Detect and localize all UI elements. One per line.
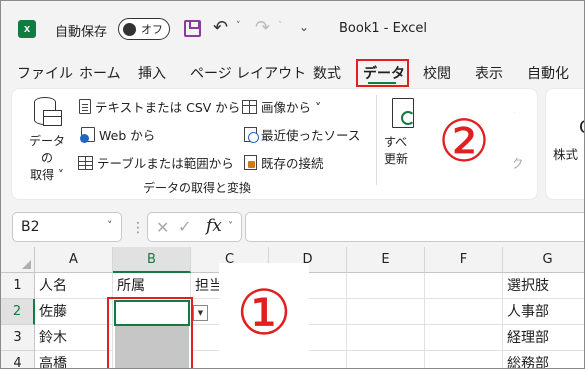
cell-g3[interactable]: 経理部: [503, 325, 584, 351]
from-text-csv-label: テキストまたは CSV から: [95, 100, 241, 115]
column-header-g[interactable]: G: [503, 247, 584, 273]
ribbon-partial-text-far: G: [579, 117, 584, 138]
image-table-icon: [242, 99, 257, 114]
refresh-all-label-2: 更新: [384, 152, 409, 166]
from-picture-button[interactable]: 画像から ˅: [242, 97, 321, 116]
ribbon-group-separator: [376, 95, 377, 185]
cell-f1[interactable]: [425, 273, 503, 299]
recent-sources-label: 最近使ったソース: [261, 128, 361, 143]
cell-f4[interactable]: [425, 351, 503, 368]
cell-g1[interactable]: 選択肢: [503, 273, 584, 299]
select-all-button[interactable]: [1, 247, 35, 273]
toggle-knob: [123, 22, 136, 36]
existing-connections-icon: [244, 155, 257, 170]
recent-sources-button[interactable]: 最近使ったソース: [244, 125, 360, 144]
get-data-label-1: データの: [28, 134, 65, 165]
toggle-state-text: オフ: [141, 23, 163, 36]
cancel-icon[interactable]: ✕: [156, 218, 169, 237]
tab-insert[interactable]: 挿入: [138, 63, 166, 83]
enter-icon[interactable]: ✓: [178, 217, 191, 236]
from-table-range-button[interactable]: テーブルまたは範囲から: [78, 153, 234, 172]
annotation-circle-2: ②: [414, 98, 514, 184]
column-header-b[interactable]: B: [113, 247, 191, 273]
tab-page-layout[interactable]: ページ レイアウト: [190, 63, 306, 83]
tab-home[interactable]: ホーム: [79, 63, 121, 83]
cell-g4[interactable]: 総務部: [503, 351, 584, 368]
cell-b1[interactable]: 所属: [113, 273, 191, 299]
recent-sources-icon: [244, 127, 259, 143]
cell-e4[interactable]: [347, 351, 425, 368]
tab-view[interactable]: 表示: [475, 63, 503, 83]
table-icon: [78, 155, 93, 170]
excel-window: x 自動保存 オフ ↶ ˅ ↷ ˅ ⌄ Book1 - Excel ファイル ホ…: [0, 0, 585, 369]
cell-e3[interactable]: [347, 325, 425, 351]
redo-icon[interactable]: ↷: [255, 17, 270, 38]
formula-bar-grip-icon: ⋮: [131, 220, 145, 236]
cell-a2[interactable]: 佐藤: [35, 299, 113, 325]
get-data-icon[interactable]: [34, 97, 62, 129]
web-icon: [80, 127, 95, 143]
cell-a3[interactable]: 鈴木: [35, 325, 113, 351]
undo-icon[interactable]: ↶: [213, 17, 228, 38]
cell-g2[interactable]: 人事部: [503, 299, 584, 325]
column-header-a[interactable]: A: [35, 247, 113, 273]
cell-e1[interactable]: [347, 273, 425, 299]
column-header-f[interactable]: F: [425, 247, 503, 273]
cell-a1[interactable]: 人名: [35, 273, 113, 299]
formula-bar: B2 ˅ ⋮ ✕ ✓ fx ˅: [1, 206, 584, 244]
save-icon[interactable]: [184, 20, 201, 37]
formula-input[interactable]: [245, 212, 584, 242]
ribbon-tabs: ファイル ホーム 挿入 ページ レイアウト 数式 データ 校閲 表示 自動化: [1, 59, 584, 87]
redo-dropdown-icon[interactable]: ˅: [278, 21, 283, 31]
range-highlight-annotation: [107, 297, 193, 368]
formula-buttons: ✕ ✓ fx ˅: [147, 212, 242, 242]
cell-f3[interactable]: [425, 325, 503, 351]
row-header-1[interactable]: 1: [1, 273, 35, 299]
from-web-label: Web から: [99, 128, 156, 143]
from-table-range-label: テーブルまたは範囲から: [97, 156, 234, 171]
ribbon-group-label: データの取得と変換: [143, 181, 252, 195]
insert-function-icon[interactable]: fx: [206, 216, 222, 236]
from-web-button[interactable]: Web から: [80, 125, 156, 144]
refresh-all-icon[interactable]: [392, 98, 415, 128]
undo-dropdown-icon[interactable]: ˅: [236, 21, 241, 31]
autosave-toggle[interactable]: オフ: [118, 18, 170, 40]
cell-e2[interactable]: [347, 299, 425, 325]
title-bar: x 自動保存 オフ ↶ ˅ ↷ ˅ ⌄ Book1 - Excel: [1, 1, 584, 57]
cell-f2[interactable]: [425, 299, 503, 325]
row-header-2[interactable]: 2: [1, 299, 35, 325]
row-header-3[interactable]: 3: [1, 325, 35, 351]
from-picture-label: 画像から ˅: [261, 100, 322, 115]
name-box[interactable]: B2 ˅: [12, 212, 122, 242]
get-data-label-2: 取得 ˅: [30, 168, 64, 182]
row-header-4[interactable]: 4: [1, 351, 35, 368]
text-file-icon: [79, 99, 91, 114]
cell-a4[interactable]: 高橋: [35, 351, 113, 368]
stocks-button[interactable]: 株式: [553, 144, 578, 163]
existing-connections-button[interactable]: 既存の接続: [244, 153, 324, 172]
from-text-csv-button[interactable]: テキストまたは CSV から: [79, 97, 240, 116]
document-title: Book1 - Excel: [339, 21, 428, 36]
dropdown-arrow-icon[interactable]: ▼: [193, 305, 208, 321]
chevron-down-icon[interactable]: ˅: [107, 219, 113, 232]
autosave-label: 自動保存: [55, 25, 108, 40]
annotation-circle-1: ①: [219, 263, 309, 368]
customize-qat-icon[interactable]: ⌄: [299, 20, 309, 34]
tab-automate[interactable]: 自動化: [527, 63, 569, 83]
tab-formulas[interactable]: 数式: [313, 63, 341, 83]
refresh-all-label-1: すべ: [384, 135, 408, 149]
chevron-down-icon[interactable]: ˅: [228, 221, 233, 232]
refresh-all-button[interactable]: すべ 更新: [384, 134, 414, 168]
excel-icon: x: [18, 20, 36, 38]
column-header-e[interactable]: E: [347, 247, 425, 273]
tab-review[interactable]: 校閲: [423, 63, 451, 83]
get-data-button[interactable]: データの 取得 ˅: [25, 133, 69, 184]
tab-data-highlight: [356, 59, 409, 87]
tab-file[interactable]: ファイル: [17, 63, 73, 83]
existing-connections-label: 既存の接続: [261, 156, 324, 171]
name-box-value: B2: [21, 219, 40, 235]
